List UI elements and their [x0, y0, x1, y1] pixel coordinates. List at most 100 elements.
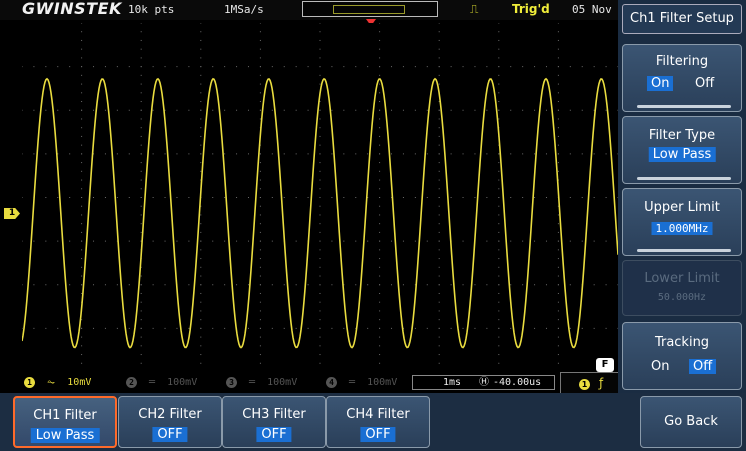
grid-dot [486, 66, 488, 68]
grid-dot [462, 284, 464, 286]
grid-dot [200, 249, 202, 251]
grid-dot [69, 66, 71, 68]
grid-dot [259, 39, 261, 41]
grid-dot [81, 345, 83, 347]
tracking-label: Tracking [654, 335, 710, 350]
grid-dot [164, 327, 166, 329]
filtering-on-option[interactable]: On [647, 76, 674, 91]
grid-dot [498, 22, 500, 24]
grid-dot [545, 153, 547, 155]
grid-dot [545, 109, 547, 111]
upper-limit-button[interactable]: Upper Limit 1.000MHz [622, 188, 742, 256]
divider [637, 249, 731, 252]
grid-dot [319, 48, 321, 50]
grid-dot [379, 188, 381, 190]
grid-dot [200, 275, 202, 277]
grid-dot [200, 319, 202, 321]
grid-dot [176, 66, 178, 68]
tracking-off-option[interactable]: Off [689, 359, 717, 374]
grid-dot [319, 336, 321, 338]
ch1-ground-marker[interactable]: 1 [4, 208, 20, 219]
channel-info-bar: 1 ⏦ 10mV 2 ═ 100mV 3 ═ 100mV 4 ═ 100mV 1… [22, 372, 622, 402]
grid-dot [379, 292, 381, 294]
grid-dot [259, 319, 261, 321]
status-bar: GWINSTEK 10k pts 1MSa/s ⎍ Trig'd 05 Nov [0, 0, 618, 20]
ch4-info: 4 ═ 100mV [326, 375, 397, 391]
grid-dot [355, 197, 357, 198]
grid-dot [116, 284, 118, 286]
grid-dot [331, 240, 333, 242]
grid-dot [557, 162, 559, 164]
grid-dot [498, 284, 500, 286]
grid-dot [402, 66, 404, 68]
grid-dot [379, 284, 381, 286]
grid-dot [498, 101, 500, 103]
filtering-toggle-button[interactable]: Filtering On Off [622, 44, 742, 112]
grid-dot [438, 249, 440, 251]
grid-dot [21, 153, 23, 155]
ch3-filter-button[interactable]: CH3 Filter OFF [222, 396, 326, 448]
grid-dot [391, 153, 393, 155]
grid-dot [379, 31, 381, 33]
grid-dot [379, 258, 381, 260]
grid-dot [450, 109, 452, 111]
grid-dot [557, 327, 559, 329]
trigger-status: Trig'd [512, 2, 550, 16]
grid-dot [140, 231, 142, 233]
ch3-scale: 100mV [267, 377, 298, 388]
grid-dot [259, 354, 261, 356]
ch2-filter-label: CH2 Filter [138, 407, 202, 422]
grid-dot [81, 83, 83, 85]
grid-dot [319, 327, 321, 329]
grid-dot [474, 153, 476, 155]
grid-dot [557, 354, 559, 356]
tracking-toggle-button[interactable]: Tracking On Off [622, 322, 742, 390]
grid-dot [319, 162, 321, 164]
grid-dot [450, 284, 452, 286]
grid-dot [438, 66, 440, 68]
grid-dot [379, 127, 381, 129]
ch4-filter-button[interactable]: CH4 Filter OFF [326, 396, 430, 448]
ch1-filter-button[interactable]: CH1 Filter Low Pass [13, 396, 117, 448]
grid-dot [510, 153, 512, 155]
grid-dot [283, 109, 285, 111]
grid-dot [438, 170, 440, 172]
grid-dot [81, 127, 83, 129]
grid-dot [45, 240, 47, 242]
grid-dot [414, 327, 416, 329]
grid-dot [438, 74, 440, 76]
grid-dot [104, 240, 106, 242]
grid-dot [498, 345, 500, 347]
go-back-button[interactable]: Go Back [640, 396, 742, 448]
grid-dot [200, 39, 202, 41]
grid-dot [557, 223, 559, 225]
grid-dot [319, 179, 321, 181]
grid-dot [259, 118, 261, 120]
grid-dot [438, 179, 440, 181]
grid-dot [307, 109, 309, 111]
grid-dot [200, 153, 202, 155]
grid-dot [140, 39, 142, 41]
grid-dot [33, 153, 35, 155]
grid-dot [128, 197, 130, 198]
grid-dot [367, 284, 369, 286]
grid-dot [200, 31, 202, 33]
grid-dot [486, 197, 488, 198]
grid-dot [57, 327, 59, 329]
grid-dot [188, 66, 190, 68]
tracking-on-option[interactable]: On [647, 359, 673, 374]
grid-dot [224, 66, 226, 68]
grid-dot [259, 109, 261, 111]
horizontal-position: -40.00us [493, 377, 542, 388]
filter-type-button[interactable]: Filter Type Low Pass [622, 116, 742, 184]
grid-dot [438, 292, 440, 294]
grid-dot [307, 153, 309, 155]
grid-dot [45, 197, 47, 198]
grid-dot [81, 240, 83, 242]
ch1-scale: 10mV [67, 377, 92, 388]
grid-dot [259, 31, 261, 33]
grid-dot [438, 362, 440, 364]
filtering-off-option[interactable]: Off [691, 76, 718, 91]
ch2-filter-button[interactable]: CH2 Filter OFF [118, 396, 222, 448]
ch1-number-icon: 1 [24, 376, 35, 388]
